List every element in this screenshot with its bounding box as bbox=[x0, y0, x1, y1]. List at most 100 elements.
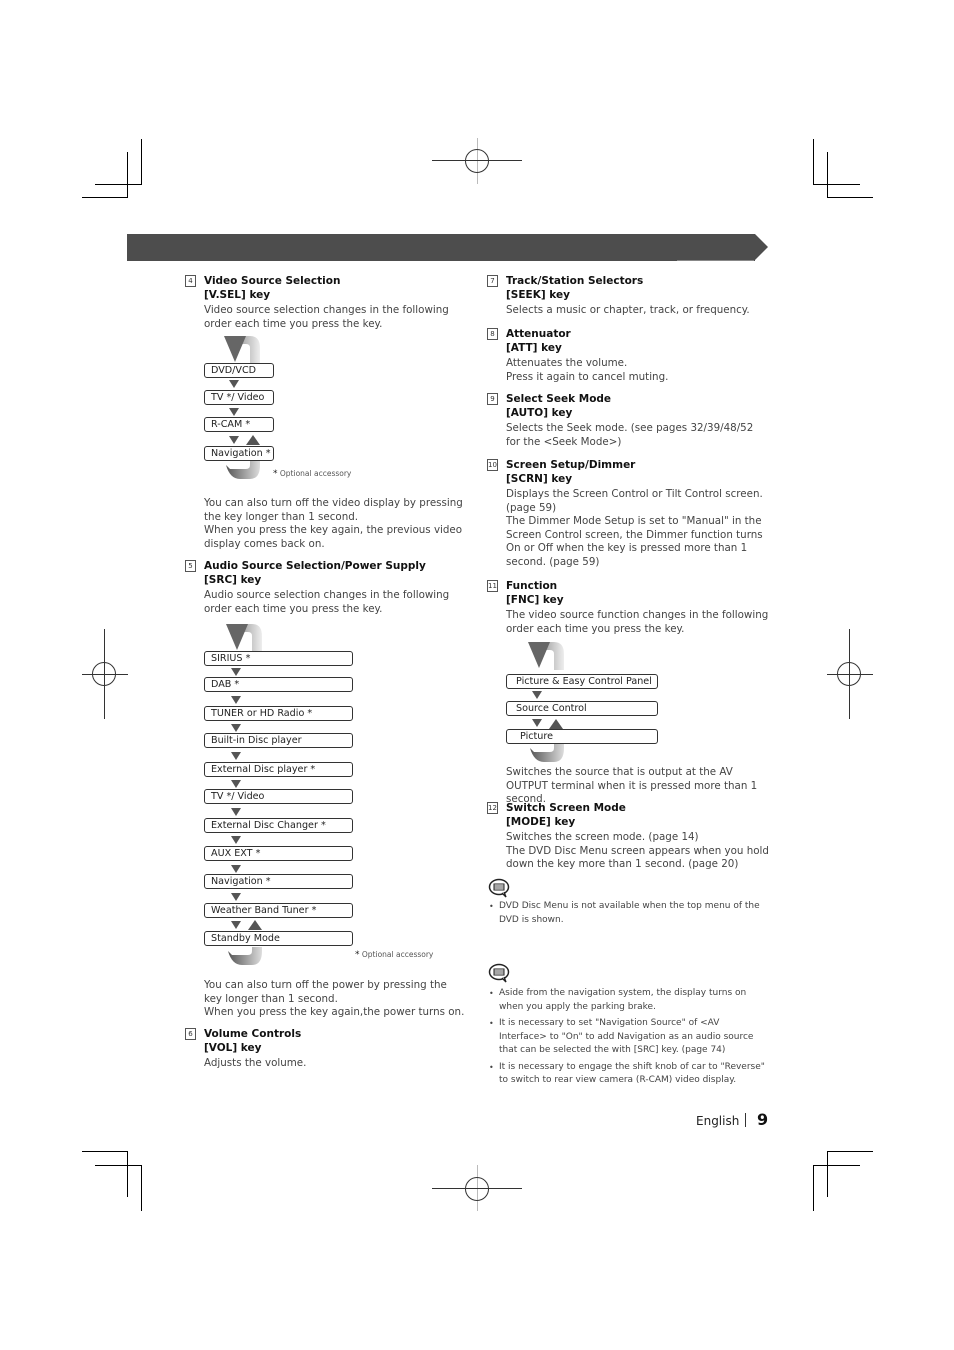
flow-item: TUNER or HD Radio * bbox=[204, 706, 353, 721]
arrow-down-icon bbox=[229, 408, 239, 416]
section-key: [SRC] key bbox=[204, 574, 262, 586]
video-source-after-text: You can also turn off the video display … bbox=[204, 495, 466, 551]
audio-source-after-text: You can also turn off the power by press… bbox=[204, 977, 466, 1020]
section-title: Audio Source Selection/Power Supply bbox=[204, 560, 426, 572]
flow-item: Picture & Easy Control Panel bbox=[506, 674, 658, 689]
arrow-up-icon bbox=[549, 719, 563, 729]
loop-arrow-bottom-icon bbox=[226, 461, 260, 479]
note-item: It is necessary to engage the shift knob… bbox=[488, 1061, 770, 1088]
arrow-down-icon bbox=[231, 696, 241, 704]
flow-item: Source Control bbox=[506, 701, 658, 716]
arrow-down-icon bbox=[229, 436, 239, 444]
note-list-1: DVD Disc Menu is not available when the … bbox=[488, 900, 770, 930]
section-title: Attenuator bbox=[506, 328, 571, 340]
section-body: Adjusts the volume. bbox=[204, 1057, 307, 1069]
optional-accessory-note: * Optional accessory bbox=[355, 950, 434, 960]
arrow-down-icon bbox=[231, 893, 241, 901]
section-body: Attenuates the volume. bbox=[506, 357, 628, 369]
section-key: [SCRN] key bbox=[506, 473, 573, 485]
page-number: 9 bbox=[757, 1110, 769, 1129]
section-number: 7 bbox=[487, 275, 498, 287]
arrow-up-icon bbox=[246, 435, 260, 445]
section-select-seek-mode: 9 Select Seek Mode [AUTO] key Selects th… bbox=[487, 392, 770, 449]
section-number: 5 bbox=[185, 560, 196, 572]
section-intro: Audio source selection changes in the fo… bbox=[204, 589, 450, 615]
arrow-down-icon bbox=[231, 668, 241, 676]
section-key: [SEEK] key bbox=[506, 289, 570, 301]
arrow-up-icon bbox=[248, 920, 262, 930]
arrow-down-icon bbox=[532, 691, 542, 699]
arrow-down-icon bbox=[231, 752, 241, 760]
section-key: [V.SEL] key bbox=[204, 289, 271, 301]
flow-item: External Disc player * bbox=[204, 762, 353, 777]
section-body: Selects the Seek mode. (see pages 32/39/… bbox=[506, 422, 754, 448]
flow-item: Navigation * bbox=[204, 446, 274, 461]
section-switch-screen-mode: 12 Switch Screen Mode [MODE] key Switche… bbox=[487, 801, 770, 872]
arrow-down-icon bbox=[532, 719, 542, 727]
section-body: Switches the screen mode. (page 14) bbox=[506, 831, 699, 843]
memo-note-icon bbox=[488, 963, 510, 983]
flow-item: DVD/VCD bbox=[204, 363, 274, 378]
section-number: 9 bbox=[487, 393, 498, 405]
flow-item: TV */ Video bbox=[204, 390, 274, 405]
section-audio-source-selection: 5 Audio Source Selection/Power Supply [S… bbox=[185, 559, 466, 616]
section-title: Function bbox=[506, 580, 558, 592]
section-video-source-selection: 4 Video Source Selection [V.SEL] key Vid… bbox=[185, 274, 466, 331]
section-intro: Video source selection changes in the fo… bbox=[204, 304, 449, 330]
section-track-station-selectors: 7 Track/Station Selectors [SEEK] key Sel… bbox=[487, 274, 770, 318]
section-number: 6 bbox=[185, 1028, 196, 1040]
section-intro: The video source function changes in the… bbox=[506, 609, 769, 635]
memo-note-icon bbox=[488, 878, 510, 898]
section-title: Select Seek Mode bbox=[506, 393, 612, 405]
flow-item: Built-in Disc player bbox=[204, 733, 353, 748]
video-off-text: You can also turn off the video display … bbox=[204, 497, 463, 523]
flow-item: Weather Band Tuner * bbox=[204, 903, 353, 918]
section-function: 11 Function [FNC] key The video source f… bbox=[487, 579, 770, 636]
note-item: Aside from the navigation system, the di… bbox=[488, 987, 770, 1014]
section-attenuator: 8 Attenuator [ATT] key Attenuates the vo… bbox=[487, 327, 770, 384]
loop-arrow-top-icon bbox=[226, 624, 262, 652]
section-number: 11 bbox=[487, 580, 498, 592]
loop-arrow-bottom-icon bbox=[530, 744, 564, 762]
loop-arrow-top-icon bbox=[528, 642, 564, 670]
flow-item: R-CAM * bbox=[204, 417, 274, 432]
flow-item: External Disc Changer * bbox=[204, 818, 353, 833]
power-off-text: You can also turn off the power by press… bbox=[204, 979, 447, 1005]
section-title: Video Source Selection bbox=[204, 275, 341, 287]
video-back-on-text: When you press the key again, the previo… bbox=[204, 524, 463, 550]
arrow-down-icon bbox=[231, 780, 241, 788]
note-item: It is necessary to set "Navigation Sourc… bbox=[488, 1017, 770, 1058]
flow-item: SIRIUS * bbox=[204, 651, 353, 666]
arrow-down-icon bbox=[231, 724, 241, 732]
arrow-down-icon bbox=[231, 808, 241, 816]
section-screen-setup-dimmer: 10 Screen Setup/Dimmer [SCRN] key Displa… bbox=[487, 458, 770, 570]
arrow-down-icon bbox=[231, 921, 241, 929]
note-list-2: Aside from the navigation system, the di… bbox=[488, 987, 770, 1091]
section-number: 10 bbox=[487, 459, 498, 471]
section-key: [MODE] key bbox=[506, 816, 576, 828]
flow-item: DAB * bbox=[204, 677, 353, 692]
section-body: Press it again to cancel muting. bbox=[506, 370, 669, 383]
section-title: Switch Screen Mode bbox=[506, 802, 626, 814]
section-volume-controls: 6 Volume Controls [VOL] key Adjusts the … bbox=[185, 1027, 466, 1071]
optional-accessory-note: * Optional accessory bbox=[273, 469, 352, 479]
section-body: The DVD Disc Menu screen appears when yo… bbox=[506, 844, 769, 871]
section-body: Selects a music or chapter, track, or fr… bbox=[506, 304, 750, 316]
section-number: 12 bbox=[487, 802, 498, 814]
section-body: Displays the Screen Control or Tilt Cont… bbox=[506, 488, 763, 514]
section-key: [ATT] key bbox=[506, 342, 562, 354]
section-number: 8 bbox=[487, 328, 498, 340]
flow-item: Picture bbox=[506, 729, 658, 744]
section-key: [AUTO] key bbox=[506, 407, 573, 419]
loop-arrow-bottom-icon bbox=[228, 947, 262, 965]
footer-divider bbox=[745, 1113, 746, 1127]
arrow-down-icon bbox=[231, 865, 241, 873]
section-title: Volume Controls bbox=[204, 1028, 302, 1040]
flow-item: Standby Mode bbox=[204, 931, 353, 946]
flow-item: AUX EXT * bbox=[204, 846, 353, 861]
section-body: The Dimmer Mode Setup is set to "Manual"… bbox=[506, 515, 763, 568]
arrow-down-icon bbox=[231, 836, 241, 844]
loop-arrow-top-icon bbox=[224, 336, 260, 364]
power-on-text: When you press the key again,the power t… bbox=[204, 1006, 465, 1019]
flow-item: Navigation * bbox=[204, 874, 353, 889]
